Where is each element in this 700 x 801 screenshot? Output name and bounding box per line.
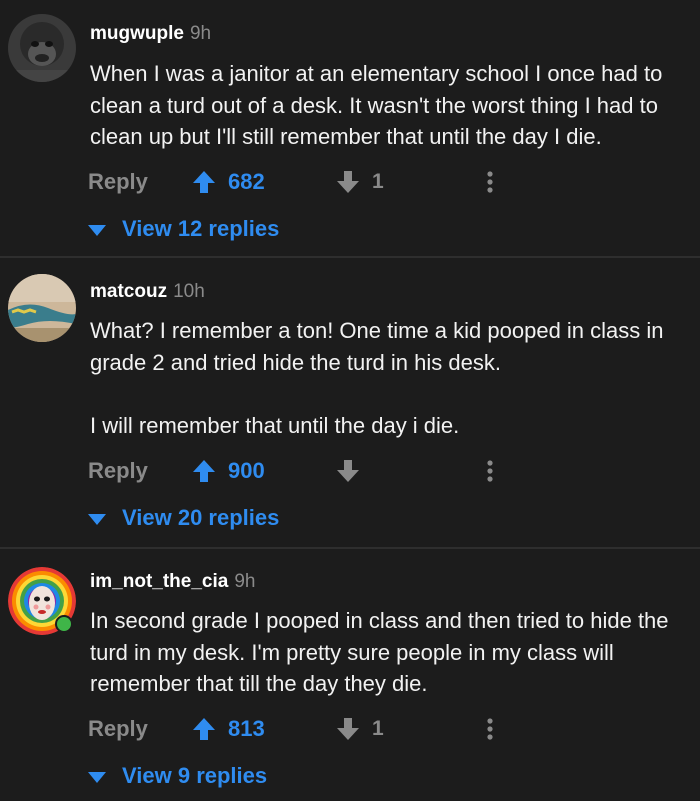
user-avatar[interactable] (8, 14, 76, 82)
comment-text: When I was a janitor at an elementary sc… (90, 61, 669, 149)
downvote-arrow-icon[interactable] (336, 459, 360, 483)
upvote-count: 682 (228, 169, 265, 194)
username[interactable]: im_not_the_cia (90, 571, 228, 592)
comment-text: What? I remember a ton! One time a kid p… (90, 318, 664, 438)
photo-avatar-icon (8, 274, 76, 342)
comment: mugwuple 9h When I was a janitor at an el… (0, 0, 700, 258)
downvote-arrow-icon[interactable] (336, 717, 360, 741)
more-options-icon[interactable] (486, 717, 494, 741)
gorilla-avatar-icon (8, 14, 76, 82)
view-replies-label: View 12 replies (122, 216, 280, 241)
upvote-count: 900 (228, 458, 265, 483)
caret-down-icon (88, 514, 106, 525)
comment-meta: mugwuple 9h (90, 22, 211, 46)
comment-text: In second grade I pooped in class and th… (90, 608, 675, 696)
timestamp: 10h (173, 281, 205, 302)
comment-actions: Reply 900 (88, 456, 700, 486)
upvote-arrow-icon[interactable] (192, 459, 216, 483)
comment-meta: matcouz 10h (90, 280, 205, 304)
reply-button[interactable]: Reply (88, 167, 148, 197)
username[interactable]: mugwuple (90, 23, 184, 44)
comment: im_not_the_cia 9h In second grade I poope… (0, 549, 700, 801)
downvote-count: 1 (372, 717, 384, 740)
more-options-icon[interactable] (486, 459, 494, 483)
upvote-arrow-icon[interactable] (192, 170, 216, 194)
comment-actions: Reply 682 1 (88, 167, 700, 197)
downvote-count: 1 (372, 170, 384, 193)
online-status-dot (55, 615, 73, 633)
comment-actions: Reply 813 1 (88, 714, 700, 744)
reply-button[interactable]: Reply (88, 714, 148, 744)
caret-down-icon (88, 772, 106, 783)
comment: matcouz 10h What? I remember a ton! One t… (0, 258, 700, 549)
comment-meta: im_not_the_cia 9h (90, 570, 255, 594)
reply-button[interactable]: Reply (88, 456, 148, 486)
upvote-arrow-icon[interactable] (192, 717, 216, 741)
timestamp: 9h (234, 571, 256, 592)
view-replies-label: View 20 replies (122, 505, 280, 530)
upvote-count: 813 (228, 716, 265, 741)
downvote-arrow-icon[interactable] (336, 170, 360, 194)
more-options-icon[interactable] (486, 170, 494, 194)
caret-down-icon (88, 225, 106, 236)
view-replies-label: View 9 replies (122, 763, 268, 788)
username[interactable]: matcouz (90, 281, 167, 302)
timestamp: 9h (189, 23, 212, 44)
user-avatar[interactable] (8, 274, 76, 342)
